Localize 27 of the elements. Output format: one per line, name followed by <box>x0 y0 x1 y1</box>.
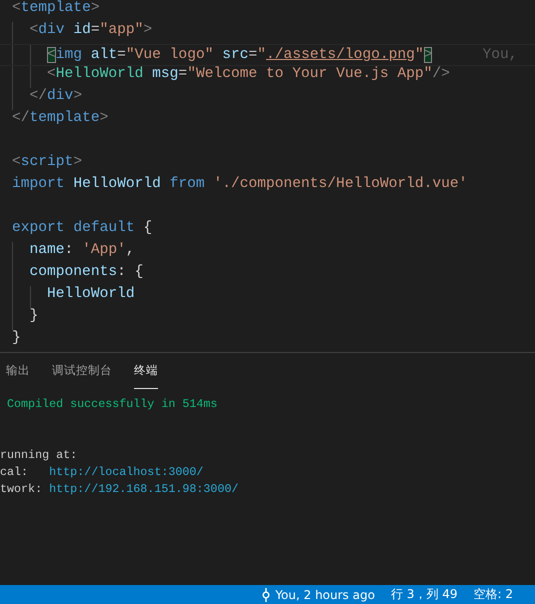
code-line: export default { <box>12 220 152 236</box>
terminal-line: Compiled successfully in 514ms <box>6 397 218 411</box>
code-line: HelloWorld <box>46 286 135 302</box>
code-line: <HelloWorld msg="Welcome to Your Vue.js App"/> <box>46 66 450 82</box>
cursor-position[interactable]: 行 3，列 49 <box>382 585 466 604</box>
blame-annotation: You, <box>482 47 518 63</box>
code-line: } <box>28 308 38 324</box>
url-link[interactable]: http://192.168.151.98:3000/ <box>49 482 238 496</box>
panel-tab[interactable]: 终端 <box>134 353 158 389</box>
indentation-setting[interactable]: 空格: 2 <box>466 585 521 604</box>
url-link[interactable]: http://localhost:3000/ <box>49 465 204 479</box>
terminal-line: cal: http://localhost:3000/ <box>0 465 204 479</box>
code-line: <div id="app"> <box>28 22 152 38</box>
git-blame-item[interactable]: You, 2 hours ago <box>254 585 383 604</box>
terminal-line: running at: <box>0 448 78 462</box>
code-line: </template> <box>12 110 108 126</box>
code-line: name: 'App', <box>28 242 135 258</box>
panel-tab[interactable]: 调试控制台 <box>52 353 112 389</box>
code-line: <template> <box>12 0 100 16</box>
code-line: import HelloWorld from './components/HelloWorld.vue' <box>12 176 468 192</box>
code-line: <script> <box>12 154 82 170</box>
code-line: } <box>12 330 21 346</box>
commit-icon <box>262 588 270 602</box>
code-line: </div> <box>28 88 82 104</box>
panel-tab[interactable]: 输出 <box>6 353 30 389</box>
terminal-line: twork: http://192.168.151.98:3000/ <box>0 482 238 496</box>
code-line: components: { <box>28 264 144 280</box>
